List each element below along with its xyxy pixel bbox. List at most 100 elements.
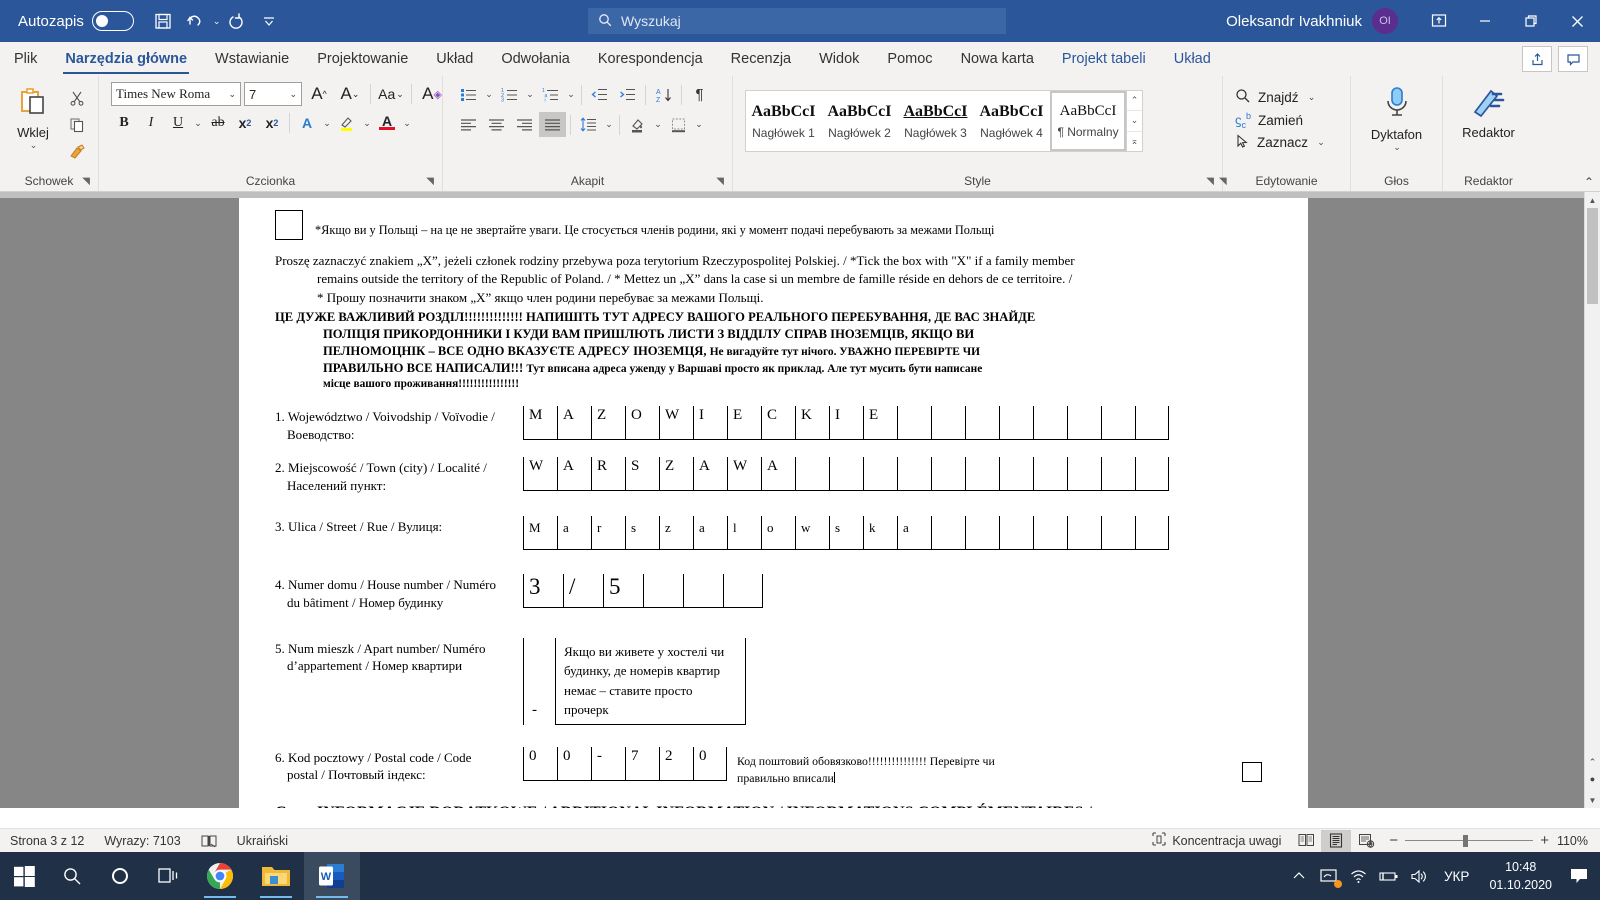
chevron-down-icon[interactable]: ⌄ bbox=[289, 89, 297, 100]
char-cell[interactable] bbox=[965, 406, 999, 441]
word-icon[interactable]: W bbox=[304, 852, 360, 900]
font-size-input[interactable]: 7 ⌄ bbox=[244, 82, 302, 106]
char-cell[interactable] bbox=[931, 457, 965, 492]
sort-az-icon[interactable]: AZ bbox=[650, 82, 677, 107]
text-effects-dropdown-icon[interactable]: ⌄ bbox=[321, 118, 333, 129]
autosave-toggle[interactable]: Autozapis bbox=[18, 11, 134, 31]
char-cell[interactable]: A bbox=[693, 457, 727, 492]
char-cell[interactable]: C bbox=[761, 406, 795, 441]
char-cell[interactable]: a bbox=[557, 516, 591, 551]
find-button[interactable]: Znajdź ⌄ bbox=[1235, 88, 1327, 107]
task-view-icon[interactable] bbox=[144, 852, 192, 900]
focus-mode-button[interactable]: Koncentracja uwagi bbox=[1142, 832, 1291, 849]
undo-icon[interactable] bbox=[180, 6, 210, 36]
word-count[interactable]: Wyrazy: 7103 bbox=[94, 834, 190, 848]
char-cell[interactable] bbox=[829, 457, 863, 492]
tab-plik[interactable]: Plik bbox=[0, 42, 51, 76]
tab-projekt-tabeli[interactable]: Projekt tabeli bbox=[1048, 42, 1160, 76]
char-cell[interactable] bbox=[1067, 457, 1101, 492]
char-cell[interactable]: W bbox=[523, 457, 557, 492]
tab-narzedzia-glowne[interactable]: Narzędzia główne bbox=[51, 42, 201, 76]
style-scroll-down-icon[interactable]: ⌄ bbox=[1127, 111, 1142, 132]
char-cell[interactable]: 0 bbox=[693, 746, 727, 781]
dictate-button[interactable]: Dyktafon ⌄ bbox=[1357, 82, 1437, 153]
show-hidden-icons-icon[interactable] bbox=[1284, 852, 1314, 900]
line-spacing-icon[interactable] bbox=[575, 112, 602, 137]
char-cell[interactable]: E bbox=[727, 406, 761, 441]
scroll-up-icon[interactable]: ▲ bbox=[1585, 192, 1600, 208]
char-cell[interactable]: a bbox=[897, 516, 931, 551]
chrome-icon[interactable] bbox=[192, 852, 248, 900]
floating-checkbox[interactable] bbox=[1242, 762, 1262, 782]
char-cell[interactable] bbox=[1135, 457, 1169, 492]
char-cell[interactable]: R bbox=[591, 457, 625, 492]
char-cell[interactable] bbox=[643, 574, 683, 609]
tab-pomoc[interactable]: Pomoc bbox=[873, 42, 946, 76]
style-naglowek-2[interactable]: AaBbCcI Nagłówek 2 bbox=[822, 91, 898, 151]
char-cell[interactable]: M bbox=[523, 406, 557, 441]
char-cell[interactable]: l bbox=[727, 516, 761, 551]
char-cell[interactable] bbox=[683, 574, 723, 609]
justify-icon[interactable] bbox=[539, 112, 566, 137]
battery-icon[interactable] bbox=[1374, 852, 1404, 900]
browse-object-icon[interactable]: ● bbox=[1585, 774, 1600, 784]
tick-checkbox[interactable] bbox=[275, 210, 303, 240]
text-effects-icon[interactable]: A bbox=[294, 111, 320, 135]
char-cell[interactable] bbox=[965, 457, 999, 492]
clock[interactable]: 10:48 01.10.2020 bbox=[1479, 858, 1562, 894]
font-name-input[interactable]: Times New Roma ⌄ bbox=[111, 82, 241, 106]
char-cell[interactable]: 0 bbox=[557, 746, 591, 781]
dialog-launcher-icon[interactable]: ◥ bbox=[1219, 174, 1227, 190]
restore-icon[interactable] bbox=[1508, 0, 1554, 42]
char-cell[interactable] bbox=[1135, 406, 1169, 441]
paste-button[interactable]: Wklej ⌄ bbox=[4, 82, 62, 151]
shading-icon[interactable] bbox=[624, 112, 651, 137]
underline-button[interactable]: U bbox=[165, 111, 191, 135]
tab-wstawianie[interactable]: Wstawianie bbox=[201, 42, 303, 76]
proofing-errors-icon[interactable] bbox=[191, 834, 227, 848]
read-mode-icon[interactable] bbox=[1291, 830, 1321, 852]
char-cell[interactable] bbox=[723, 574, 763, 609]
char-cell[interactable] bbox=[1101, 406, 1135, 441]
subscript-button[interactable]: x2 bbox=[232, 111, 258, 135]
zoom-thumb[interactable] bbox=[1463, 834, 1469, 847]
underline-dropdown-icon[interactable]: ⌄ bbox=[192, 118, 204, 129]
numbered-list-icon[interactable]: 123 bbox=[496, 82, 523, 107]
char-cell[interactable]: z bbox=[659, 516, 693, 551]
search-input[interactable]: Wyszukaj bbox=[588, 8, 1006, 34]
tab-widok[interactable]: Widok bbox=[805, 42, 873, 76]
bullet-list-icon[interactable] bbox=[455, 82, 482, 107]
char-cell[interactable]: / bbox=[563, 574, 603, 609]
editor-button[interactable]: Redaktor bbox=[1449, 82, 1529, 140]
char-cell[interactable] bbox=[795, 457, 829, 492]
shrink-font-icon[interactable]: A ⌄ bbox=[336, 82, 364, 106]
change-case-button[interactable]: Aa ⌄ bbox=[377, 82, 405, 106]
find-dropdown-icon[interactable]: ⌄ bbox=[1306, 92, 1318, 103]
char-cell[interactable]: 0 bbox=[523, 746, 557, 781]
dictate-dropdown-icon[interactable]: ⌄ bbox=[1393, 142, 1401, 153]
ribbon-display-options-icon[interactable] bbox=[1416, 0, 1462, 42]
close-icon[interactable] bbox=[1554, 0, 1600, 42]
zoom-level[interactable]: 110% bbox=[1557, 834, 1600, 848]
collapse-ribbon-icon[interactable]: ⌃ bbox=[1584, 175, 1594, 189]
onedrive-sync-icon[interactable] bbox=[1314, 852, 1344, 900]
char-cell[interactable] bbox=[897, 406, 931, 441]
char-cell[interactable]: s bbox=[625, 516, 659, 551]
web-layout-icon[interactable] bbox=[1351, 830, 1381, 852]
style-normalny[interactable]: AaBbCcI ¶ Normalny bbox=[1050, 91, 1126, 151]
copy-icon[interactable] bbox=[64, 113, 90, 137]
line-spacing-dropdown-icon[interactable]: ⌄ bbox=[603, 119, 615, 130]
dialog-launcher-icon[interactable]: ◥ bbox=[1206, 174, 1214, 190]
avatar[interactable]: OI bbox=[1372, 8, 1398, 34]
char-cell[interactable]: - bbox=[591, 746, 625, 781]
char-cell[interactable]: A bbox=[557, 406, 591, 441]
paste-dropdown-icon[interactable]: ⌄ bbox=[30, 140, 38, 151]
char-cell[interactable] bbox=[1067, 406, 1101, 441]
save-icon[interactable] bbox=[148, 6, 178, 36]
tab-uklad-tabeli[interactable]: Układ bbox=[1160, 42, 1225, 76]
scroll-down-icon[interactable]: ▼ bbox=[1585, 792, 1600, 808]
windows-start-icon[interactable] bbox=[0, 852, 48, 900]
field-5-input-group[interactable]: - Якщо ви живете у хостелі чи будинку, д… bbox=[523, 637, 746, 725]
char-cell[interactable]: o bbox=[761, 516, 795, 551]
field-2-boxes[interactable]: WARSZAWA bbox=[523, 457, 1169, 492]
